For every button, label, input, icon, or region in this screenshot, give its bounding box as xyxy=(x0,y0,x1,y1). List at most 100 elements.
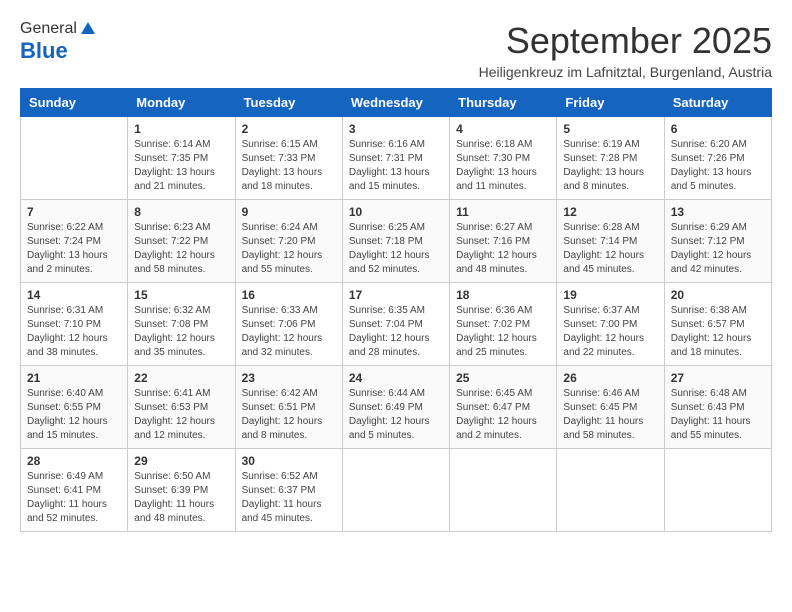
day-info: Sunrise: 6:14 AM Sunset: 7:35 PM Dayligh… xyxy=(134,138,228,194)
calendar-cell: 10 Sunrise: 6:25 AM Sunset: 7:18 PM Dayli… xyxy=(342,200,449,283)
day-info: Sunrise: 6:15 AM Sunset: 7:33 PM Dayligh… xyxy=(242,138,336,194)
calendar-cell: 7 Sunrise: 6:22 AM Sunset: 7:24 PM Daylig… xyxy=(21,200,128,283)
calendar-cell: 26 Sunrise: 6:46 AM Sunset: 6:45 PM Dayli… xyxy=(557,366,664,449)
day-number: 17 xyxy=(349,288,443,302)
column-header-monday: Monday xyxy=(128,89,235,117)
day-number: 27 xyxy=(671,371,765,385)
day-number: 21 xyxy=(27,371,121,385)
column-header-sunday: Sunday xyxy=(21,89,128,117)
calendar-cell: 19 Sunrise: 6:37 AM Sunset: 7:00 PM Dayli… xyxy=(557,283,664,366)
day-info: Sunrise: 6:40 AM Sunset: 6:55 PM Dayligh… xyxy=(27,387,121,443)
calendar-cell: 28 Sunrise: 6:49 AM Sunset: 6:41 PM Dayli… xyxy=(21,449,128,532)
calendar-cell: 5 Sunrise: 6:19 AM Sunset: 7:28 PM Daylig… xyxy=(557,117,664,200)
day-info: Sunrise: 6:23 AM Sunset: 7:22 PM Dayligh… xyxy=(134,221,228,277)
day-number: 12 xyxy=(563,205,657,219)
day-number: 26 xyxy=(563,371,657,385)
calendar-week-row: 1 Sunrise: 6:14 AM Sunset: 7:35 PM Daylig… xyxy=(21,117,772,200)
day-number: 14 xyxy=(27,288,121,302)
day-info: Sunrise: 6:52 AM Sunset: 6:37 PM Dayligh… xyxy=(242,470,336,526)
calendar-cell xyxy=(664,449,771,532)
day-info: Sunrise: 6:36 AM Sunset: 7:02 PM Dayligh… xyxy=(456,304,550,360)
day-info: Sunrise: 6:22 AM Sunset: 7:24 PM Dayligh… xyxy=(27,221,121,277)
calendar-cell xyxy=(21,117,128,200)
day-number: 8 xyxy=(134,205,228,219)
calendar-cell: 2 Sunrise: 6:15 AM Sunset: 7:33 PM Daylig… xyxy=(235,117,342,200)
calendar-table: SundayMondayTuesdayWednesdayThursdayFrid… xyxy=(20,88,772,532)
calendar-cell: 3 Sunrise: 6:16 AM Sunset: 7:31 PM Daylig… xyxy=(342,117,449,200)
day-info: Sunrise: 6:31 AM Sunset: 7:10 PM Dayligh… xyxy=(27,304,121,360)
day-info: Sunrise: 6:44 AM Sunset: 6:49 PM Dayligh… xyxy=(349,387,443,443)
calendar-week-row: 28 Sunrise: 6:49 AM Sunset: 6:41 PM Dayli… xyxy=(21,449,772,532)
calendar-cell: 11 Sunrise: 6:27 AM Sunset: 7:16 PM Dayli… xyxy=(450,200,557,283)
day-info: Sunrise: 6:20 AM Sunset: 7:26 PM Dayligh… xyxy=(671,138,765,194)
calendar-cell: 6 Sunrise: 6:20 AM Sunset: 7:26 PM Daylig… xyxy=(664,117,771,200)
day-info: Sunrise: 6:25 AM Sunset: 7:18 PM Dayligh… xyxy=(349,221,443,277)
day-number: 25 xyxy=(456,371,550,385)
calendar-cell: 14 Sunrise: 6:31 AM Sunset: 7:10 PM Dayli… xyxy=(21,283,128,366)
day-number: 5 xyxy=(563,122,657,136)
day-number: 30 xyxy=(242,454,336,468)
day-number: 10 xyxy=(349,205,443,219)
logo-icon xyxy=(79,20,97,38)
day-info: Sunrise: 6:42 AM Sunset: 6:51 PM Dayligh… xyxy=(242,387,336,443)
calendar-cell: 12 Sunrise: 6:28 AM Sunset: 7:14 PM Dayli… xyxy=(557,200,664,283)
calendar-cell: 8 Sunrise: 6:23 AM Sunset: 7:22 PM Daylig… xyxy=(128,200,235,283)
column-header-thursday: Thursday xyxy=(450,89,557,117)
day-info: Sunrise: 6:45 AM Sunset: 6:47 PM Dayligh… xyxy=(456,387,550,443)
day-number: 13 xyxy=(671,205,765,219)
day-number: 1 xyxy=(134,122,228,136)
day-info: Sunrise: 6:33 AM Sunset: 7:06 PM Dayligh… xyxy=(242,304,336,360)
day-number: 6 xyxy=(671,122,765,136)
day-info: Sunrise: 6:29 AM Sunset: 7:12 PM Dayligh… xyxy=(671,221,765,277)
day-info: Sunrise: 6:28 AM Sunset: 7:14 PM Dayligh… xyxy=(563,221,657,277)
day-number: 28 xyxy=(27,454,121,468)
day-number: 9 xyxy=(242,205,336,219)
calendar-cell: 30 Sunrise: 6:52 AM Sunset: 6:37 PM Dayli… xyxy=(235,449,342,532)
day-number: 7 xyxy=(27,205,121,219)
calendar-cell: 27 Sunrise: 6:48 AM Sunset: 6:43 PM Dayli… xyxy=(664,366,771,449)
day-number: 15 xyxy=(134,288,228,302)
day-number: 11 xyxy=(456,205,550,219)
column-header-friday: Friday xyxy=(557,89,664,117)
column-header-tuesday: Tuesday xyxy=(235,89,342,117)
day-info: Sunrise: 6:19 AM Sunset: 7:28 PM Dayligh… xyxy=(563,138,657,194)
day-number: 22 xyxy=(134,371,228,385)
day-info: Sunrise: 6:35 AM Sunset: 7:04 PM Dayligh… xyxy=(349,304,443,360)
logo-general-text: General xyxy=(20,20,77,38)
calendar-cell: 22 Sunrise: 6:41 AM Sunset: 6:53 PM Dayli… xyxy=(128,366,235,449)
day-info: Sunrise: 6:46 AM Sunset: 6:45 PM Dayligh… xyxy=(563,387,657,443)
day-number: 3 xyxy=(349,122,443,136)
location-subtitle: Heiligenkreuz im Lafnitztal, Burgenland,… xyxy=(479,64,772,80)
day-number: 24 xyxy=(349,371,443,385)
calendar-cell: 20Sunrise: 6:38 AM Sunset: 6:57 PM Dayli… xyxy=(664,283,771,366)
month-title: September 2025 xyxy=(479,20,772,62)
calendar-cell: 1 Sunrise: 6:14 AM Sunset: 7:35 PM Daylig… xyxy=(128,117,235,200)
day-info: Sunrise: 6:18 AM Sunset: 7:30 PM Dayligh… xyxy=(456,138,550,194)
day-number: 20 xyxy=(671,288,765,302)
calendar-cell: 21 Sunrise: 6:40 AM Sunset: 6:55 PM Dayli… xyxy=(21,366,128,449)
day-info: Sunrise: 6:37 AM Sunset: 7:00 PM Dayligh… xyxy=(563,304,657,360)
day-info: Sunrise: 6:49 AM Sunset: 6:41 PM Dayligh… xyxy=(27,470,121,526)
calendar-header-row: SundayMondayTuesdayWednesdayThursdayFrid… xyxy=(21,89,772,117)
calendar-cell: 15 Sunrise: 6:32 AM Sunset: 7:08 PM Dayli… xyxy=(128,283,235,366)
logo-blue-text: Blue xyxy=(20,38,68,64)
calendar-cell: 25 Sunrise: 6:45 AM Sunset: 6:47 PM Dayli… xyxy=(450,366,557,449)
day-info: Sunrise: 6:27 AM Sunset: 7:16 PM Dayligh… xyxy=(456,221,550,277)
day-number: 19 xyxy=(563,288,657,302)
day-info: Sunrise: 6:32 AM Sunset: 7:08 PM Dayligh… xyxy=(134,304,228,360)
calendar-week-row: 21 Sunrise: 6:40 AM Sunset: 6:55 PM Dayli… xyxy=(21,366,772,449)
calendar-cell: 29Sunrise: 6:50 AM Sunset: 6:39 PM Dayli… xyxy=(128,449,235,532)
calendar-cell xyxy=(557,449,664,532)
day-info: Sunrise: 6:48 AM Sunset: 6:43 PM Dayligh… xyxy=(671,387,765,443)
day-number: 16 xyxy=(242,288,336,302)
column-header-wednesday: Wednesday xyxy=(342,89,449,117)
day-number: 29 xyxy=(134,454,228,468)
page-header: General Blue September 2025 Heiligenkreu… xyxy=(20,20,772,80)
day-info: Sunrise: 6:41 AM Sunset: 6:53 PM Dayligh… xyxy=(134,387,228,443)
day-info: Sunrise: 6:16 AM Sunset: 7:31 PM Dayligh… xyxy=(349,138,443,194)
calendar-cell xyxy=(342,449,449,532)
column-header-saturday: Saturday xyxy=(664,89,771,117)
day-number: 2 xyxy=(242,122,336,136)
calendar-cell: 13 Sunrise: 6:29 AM Sunset: 7:12 PM Dayli… xyxy=(664,200,771,283)
day-number: 4 xyxy=(456,122,550,136)
